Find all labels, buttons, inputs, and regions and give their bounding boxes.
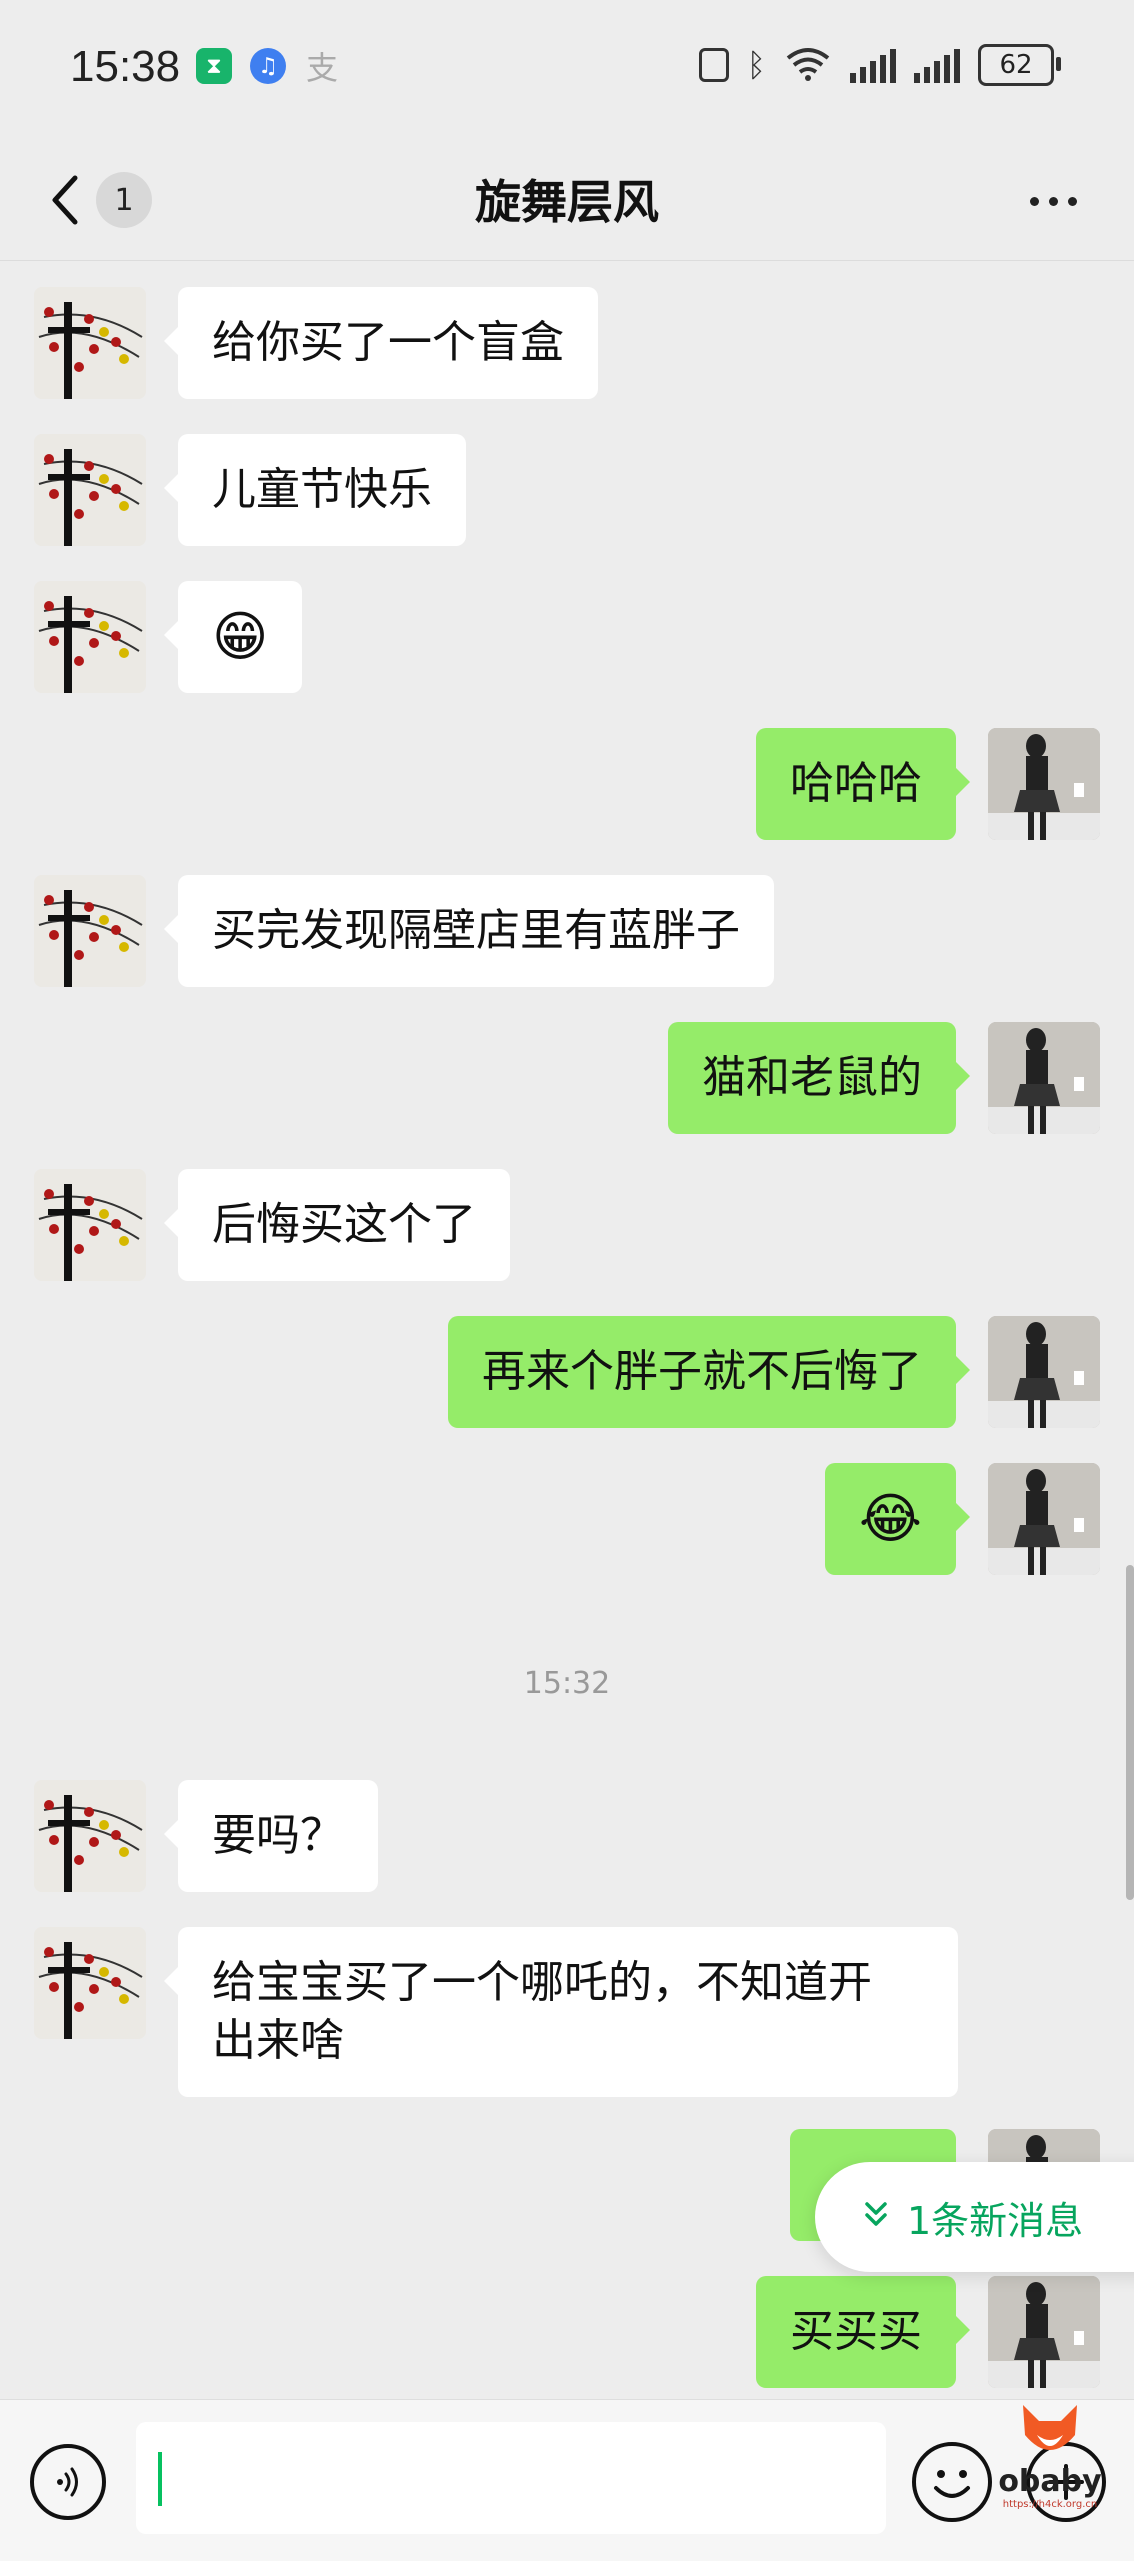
bluetooth-icon: ᛒ	[746, 46, 766, 84]
scrollbar-thumb[interactable]	[1126, 1565, 1134, 1900]
contact-avatar[interactable]	[34, 581, 146, 693]
chat-header: 1 旋舞层风	[0, 140, 1134, 261]
contact-avatar[interactable]	[34, 875, 146, 987]
hourglass-app-icon: ⧗	[196, 48, 232, 84]
message-text-input[interactable]	[136, 2422, 886, 2534]
chat-title: 旋舞层风	[475, 175, 659, 229]
emoji-button[interactable]	[912, 2442, 992, 2522]
message-text-line: 出来啥	[212, 2015, 344, 2066]
message-bubble[interactable]: 再来个胖子就不后悔了	[448, 1316, 970, 1428]
my-avatar[interactable]	[988, 1022, 1100, 1134]
system-icons: ᛒ 62	[698, 44, 1061, 86]
voice-waves-icon	[57, 2467, 78, 2497]
new-message-button[interactable]: 1条新消息	[815, 2162, 1134, 2272]
message-input-bar	[0, 2399, 1134, 2561]
message-bubble[interactable]: 买买买	[756, 2276, 970, 2388]
my-avatar[interactable]	[988, 728, 1100, 840]
more-dot-icon	[1067, 196, 1077, 206]
more-options-button[interactable]	[998, 166, 1108, 236]
my-avatar[interactable]	[988, 1316, 1100, 1428]
contact-avatar[interactable]	[34, 1927, 146, 2039]
my-avatar[interactable]	[988, 1463, 1100, 1575]
message-bubble[interactable]: 给你买了一个盲盒	[164, 287, 598, 399]
message-text-line: 给宝宝买了一个哪吒的，不知道开	[212, 1957, 872, 2008]
message-bubble[interactable]: 儿童节快乐	[164, 434, 466, 546]
tears-of-joy-emoji[interactable]: 😂	[824, 1463, 971, 1575]
message-bubble[interactable]: 后悔买这个了	[164, 1169, 510, 1281]
message-bubble[interactable]: 哈哈哈	[756, 728, 970, 840]
grinning-face-emoji[interactable]: 😁	[163, 581, 303, 693]
new-message-label: 1条新消息	[907, 2198, 1084, 2243]
music-app-icon: ♫	[250, 48, 286, 84]
battery-indicator: 62	[978, 44, 1061, 86]
contact-avatar[interactable]	[34, 1169, 146, 1281]
smiley-face-icon	[934, 2470, 970, 2498]
signal-strength-icon-2	[914, 47, 960, 83]
my-avatar[interactable]	[988, 2276, 1100, 2388]
status-time: 15:38	[70, 42, 181, 91]
notification-icons: ⧗ ♫ 支	[196, 48, 340, 87]
voice-input-button[interactable]	[30, 2444, 106, 2520]
text-caret	[158, 2452, 162, 2506]
contact-avatar[interactable]	[34, 434, 146, 546]
message-timestamp: 15:32	[523, 1666, 611, 1701]
contact-avatar[interactable]	[34, 1780, 146, 1892]
contact-avatar[interactable]	[34, 287, 146, 399]
more-dot-icon	[1029, 196, 1039, 206]
message-bubble[interactable]: 给宝宝买了一个哪吒的，不知道开 出来啥	[164, 1927, 958, 2097]
alipay-app-icon: 支	[304, 48, 340, 87]
more-functions-button[interactable]	[1026, 2442, 1106, 2522]
message-bubble[interactable]: 买完发现隔壁店里有蓝胖子	[164, 875, 774, 987]
double-chevron-down-icon	[863, 2195, 889, 2239]
message-bubble[interactable]: 猫和老鼠的	[668, 1022, 970, 1134]
status-bar: 15:38 ⧗ ♫ 支 ᛒ 62	[0, 0, 1134, 140]
message-bubble[interactable]: 要吗？	[164, 1780, 378, 1892]
message-list[interactable]: 给你买了一个盲盒 儿童节快乐 😁 哈哈哈 买完发现隔壁店里有蓝胖子 猫和老鼠的 …	[0, 261, 1134, 2399]
wifi-icon	[784, 44, 832, 86]
plus-icon	[1048, 2464, 1084, 2500]
signal-strength-icon	[850, 47, 896, 83]
more-dot-icon	[1048, 196, 1058, 206]
nfc-icon	[698, 48, 729, 82]
